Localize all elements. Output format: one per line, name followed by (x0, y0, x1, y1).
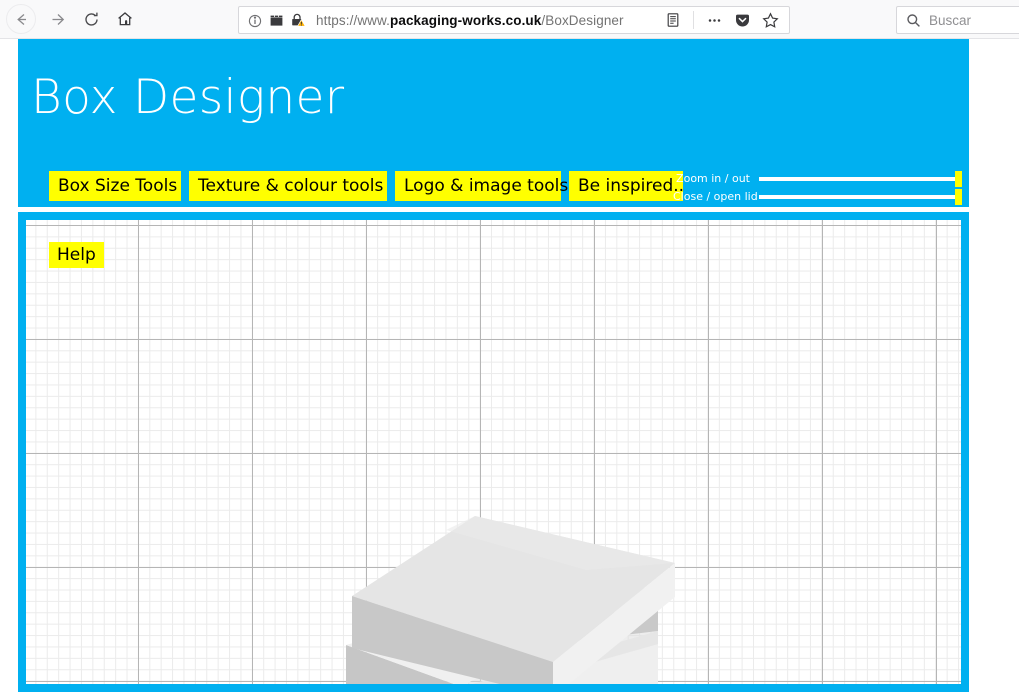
browser-search-bar[interactable]: Buscar (896, 6, 1019, 34)
tracking-protection-icon[interactable] (269, 13, 284, 28)
zoom-slider-thumb[interactable] (955, 170, 962, 187)
zoom-slider-row: Zoom in / out (673, 170, 969, 187)
app-page: Box Designer Box Size Tools Texture & co… (18, 39, 969, 692)
lid-slider-thumb[interactable] (955, 188, 962, 205)
tool-button-texture-colour-tools[interactable]: Texture & colour tools (189, 171, 387, 201)
tool-button-box-size-tools[interactable]: Box Size Tools (49, 171, 181, 201)
url-path: /BoxDesigner (541, 12, 624, 28)
toolbar-divider (693, 11, 694, 29)
browser-nav-buttons (0, 2, 142, 36)
reload-icon (83, 11, 100, 28)
home-icon (116, 10, 134, 28)
bookmark-star-icon[interactable] (757, 7, 783, 33)
page-info-icon[interactable] (248, 13, 263, 28)
lid-slider-row: Close / open lid (673, 188, 969, 205)
reader-view-icon[interactable] (660, 7, 686, 33)
design-canvas[interactable]: Help Matt (26, 220, 961, 684)
search-icon (897, 13, 921, 28)
search-input[interactable]: Buscar (921, 13, 971, 28)
back-button[interactable] (6, 4, 36, 34)
box-3d-model[interactable] (26, 220, 961, 684)
page-actions-ellipsis-icon[interactable] (701, 7, 727, 33)
design-canvas-frame: Help Matt (18, 212, 969, 692)
url-prefix: https://www. (316, 12, 390, 28)
page-title: Box Designer (31, 70, 345, 125)
slider-group: Zoom in / out Close / open lid (673, 168, 969, 207)
url-bar-identity-icons (239, 12, 306, 28)
url-text[interactable]: https://www.packaging-works.co.uk/BoxDes… (306, 13, 660, 28)
url-bar[interactable]: https://www.packaging-works.co.uk/BoxDes… (238, 6, 790, 34)
forward-button[interactable] (40, 2, 74, 36)
url-bar-actions (660, 7, 789, 33)
app-header: Box Designer (18, 39, 969, 168)
zoom-slider-label: Zoom in / out (676, 172, 750, 185)
tool-button-logo-image-tools[interactable]: Logo & image tools (395, 171, 568, 201)
url-domain: packaging-works.co.uk (389, 12, 542, 28)
browser-chrome: https://www.packaging-works.co.uk/BoxDes… (0, 0, 1019, 39)
arrow-right-icon (49, 11, 66, 28)
lid-slider[interactable] (759, 188, 962, 205)
home-button[interactable] (108, 2, 142, 36)
pocket-icon[interactable] (729, 7, 755, 33)
app-toolbar: Box Size Tools Texture & colour tools Lo… (18, 168, 969, 207)
reload-button[interactable] (74, 2, 108, 36)
zoom-slider[interactable] (759, 170, 962, 187)
insecure-lock-warning-icon[interactable] (290, 12, 306, 28)
arrow-left-icon (13, 11, 30, 28)
tool-button-be-inspired[interactable]: Be inspired.. (569, 171, 684, 201)
help-button[interactable]: Help (49, 242, 104, 268)
lid-slider-label: Close / open lid (673, 190, 758, 203)
